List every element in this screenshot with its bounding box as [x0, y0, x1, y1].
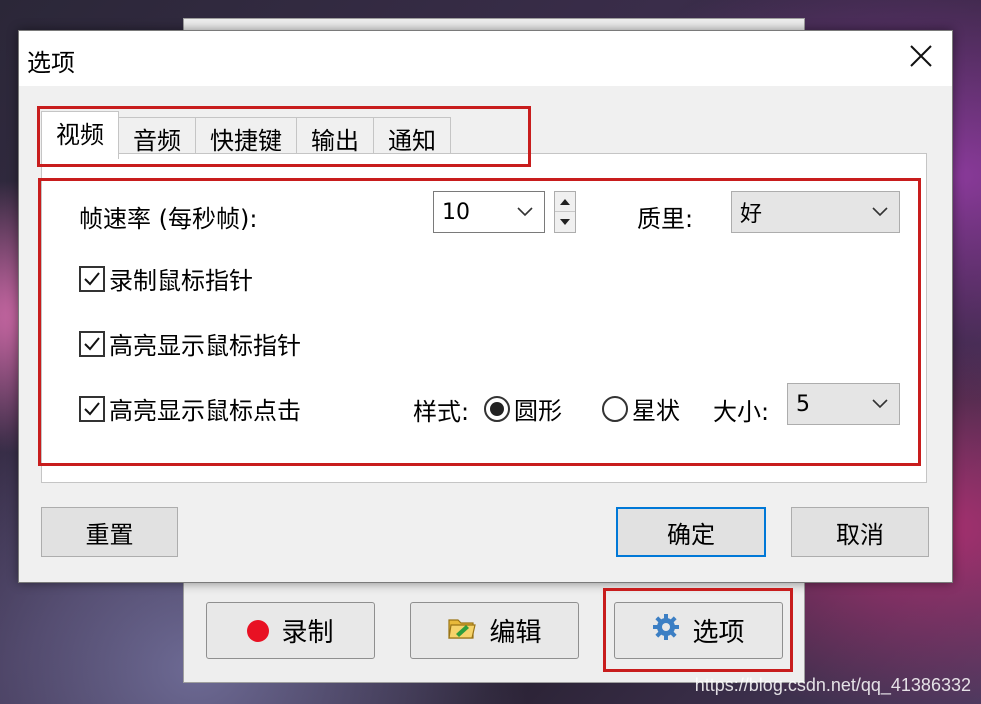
dialog-title: 选项	[27, 49, 75, 77]
close-icon	[910, 45, 932, 67]
cancel-button[interactable]: 取消	[791, 507, 929, 557]
dialog-titlebar: 选项	[19, 31, 952, 86]
record-button-label: 录制	[281, 618, 334, 648]
record-dot-icon	[247, 619, 270, 642]
watermark: https://blog.csdn.net/qq_41386332	[694, 675, 971, 695]
folder-edit-icon	[447, 614, 477, 647]
tabs-highlight	[37, 106, 531, 167]
record-button[interactable]: 录制	[206, 602, 375, 659]
close-button[interactable]	[904, 39, 938, 73]
edit-button[interactable]: 编辑	[410, 602, 579, 659]
options-button-highlight	[603, 588, 793, 672]
settings-highlight	[38, 178, 921, 466]
reset-button[interactable]: 重置	[41, 507, 178, 557]
edit-button-label: 编辑	[489, 618, 542, 648]
ok-button[interactable]: 确定	[616, 507, 766, 557]
